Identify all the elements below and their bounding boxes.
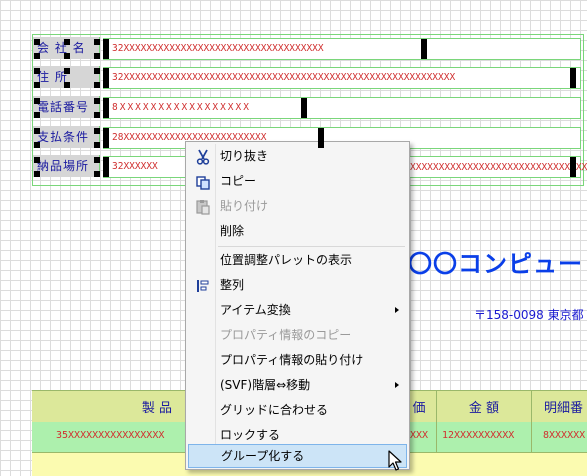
- selection-handle[interactable]: [64, 53, 70, 59]
- menu-item-label: 位置調整パレットの表示: [220, 253, 353, 267]
- menu-separator: [218, 246, 405, 247]
- selection-handle[interactable]: [94, 157, 100, 163]
- cell-amount[interactable]: 12XXXXXXXXXX: [442, 422, 530, 452]
- column-divider: [531, 422, 532, 452]
- selection-handle[interactable]: [318, 128, 324, 148]
- menu-item-delete[interactable]: 削除: [188, 219, 407, 243]
- field-phone[interactable]: 8XXXXXXXXXXXXXXXXX: [103, 97, 581, 119]
- submenu-arrow-icon: [395, 307, 399, 313]
- column-divider: [436, 422, 437, 452]
- menu-item-paste-properties[interactable]: プロパティ情報の貼り付け: [188, 348, 407, 372]
- field-company-name[interactable]: 32XXXXXXXXXXXXXXXXXXXXXXXXXXXXXXXXXXX: [103, 38, 581, 60]
- scissors-icon: [196, 149, 210, 165]
- menu-item-label: 整列: [220, 278, 245, 292]
- cell-detail-no[interactable]: 8XXXXXX: [543, 422, 587, 452]
- selection-handle[interactable]: [103, 68, 109, 88]
- selection-handle[interactable]: [103, 98, 109, 118]
- header-detail-no[interactable]: 明細番: [532, 391, 587, 423]
- paste-icon: [196, 200, 210, 215]
- menu-item-label: 切り抜き: [220, 149, 269, 163]
- selection-handle[interactable]: [94, 171, 100, 177]
- menu-item-cut[interactable]: 切り抜き: [188, 144, 407, 168]
- selection-handle[interactable]: [34, 128, 40, 134]
- selection-handle[interactable]: [570, 157, 576, 177]
- selection-handle[interactable]: [64, 68, 70, 74]
- align-icon: [197, 280, 209, 292]
- menu-item-label: コピー: [220, 174, 257, 188]
- mouse-cursor-icon: [388, 450, 402, 471]
- menu-item-label: 貼り付け: [220, 199, 269, 213]
- selection-handle[interactable]: [94, 53, 100, 59]
- menu-item-svf-layer-move[interactable]: (SVF)階層⇔移動: [188, 373, 407, 397]
- selection-handle[interactable]: [34, 68, 40, 74]
- menu-item-label: グループ化する: [221, 449, 305, 463]
- selection-handle[interactable]: [421, 39, 427, 59]
- menu-item-align[interactable]: 整列: [188, 273, 407, 297]
- selection-handle[interactable]: [570, 68, 576, 88]
- menu-item-group[interactable]: グループ化する: [188, 444, 407, 468]
- label-payment-terms[interactable]: 支払条件: [33, 126, 100, 148]
- company-title[interactable]: 〇〇コンピュー: [408, 244, 583, 279]
- selection-handle[interactable]: [103, 157, 109, 177]
- context-menu: 切り抜き コピー 貼り付け 削除 位置調整パレットの表示 整列 アイテム変換 プ…: [185, 141, 410, 470]
- header-amount[interactable]: 金 額: [437, 391, 531, 423]
- selection-handle[interactable]: [301, 98, 307, 118]
- cell-unit-price[interactable]: XXX: [410, 422, 436, 452]
- cell-product[interactable]: 35XXXXXXXXXXXXXXXX: [56, 422, 186, 452]
- menu-item-paste[interactable]: 貼り付け: [188, 194, 407, 218]
- selection-handle[interactable]: [64, 39, 70, 45]
- selection-handle[interactable]: [34, 53, 40, 59]
- menu-item-label: グリッドに合わせる: [220, 403, 329, 417]
- menu-item-label: プロパティ情報のコピー: [220, 328, 352, 342]
- selection-handle[interactable]: [94, 98, 100, 104]
- selection-handle[interactable]: [34, 142, 40, 148]
- label-delivery-place[interactable]: 納品場所: [33, 155, 100, 177]
- selection-handle[interactable]: [64, 82, 70, 88]
- menu-item-snap-to-grid[interactable]: グリッドに合わせる: [188, 398, 407, 422]
- selection-handle[interactable]: [94, 39, 100, 45]
- field-address[interactable]: 32XXXXXXXXXXXXXXXXXXXXXXXXXXXXXXXXXXXXXX…: [103, 67, 581, 89]
- menu-item-label: 削除: [220, 224, 245, 238]
- selection-handle[interactable]: [34, 82, 40, 88]
- selection-handle[interactable]: [34, 157, 40, 163]
- copy-icon: [196, 176, 210, 190]
- menu-item-convert-item[interactable]: アイテム変換: [188, 298, 407, 322]
- form-row-address[interactable]: 住 所 32XXXXXXXXXXXXXXXXXXXXXXXXXXXXXXXXXX…: [33, 66, 581, 89]
- menu-item-label: (SVF)階層⇔移動: [220, 378, 311, 392]
- selection-handle[interactable]: [94, 128, 100, 134]
- selection-handle[interactable]: [94, 82, 100, 88]
- selection-handle[interactable]: [34, 112, 40, 118]
- menu-item-copy[interactable]: コピー: [188, 169, 407, 193]
- selection-handle[interactable]: [94, 68, 100, 74]
- selection-handle[interactable]: [34, 171, 40, 177]
- selection-handle[interactable]: [34, 98, 40, 104]
- selection-handle[interactable]: [94, 112, 100, 118]
- menu-item-label: プロパティ情報の貼り付け: [220, 353, 364, 367]
- menu-item-copy-properties[interactable]: プロパティ情報のコピー: [188, 323, 407, 347]
- selection-handle[interactable]: [103, 39, 109, 59]
- selection-handle[interactable]: [34, 39, 40, 45]
- form-row-company[interactable]: 会 社 名 32XXXXXXXXXXXXXXXXXXXXXXXXXXXXXXXX…: [33, 37, 581, 60]
- form-row-phone[interactable]: 電話番号 8XXXXXXXXXXXXXXXXX: [33, 96, 581, 119]
- submenu-arrow-icon: [395, 382, 399, 388]
- selection-handle[interactable]: [103, 128, 109, 148]
- selection-handle[interactable]: [94, 142, 100, 148]
- menu-item-label: アイテム変換: [220, 303, 291, 317]
- address-text[interactable]: 〒158-0098 東京都: [474, 306, 584, 323]
- label-phone[interactable]: 電話番号: [33, 96, 100, 118]
- menu-item-show-position-palette[interactable]: 位置調整パレットの表示: [188, 248, 407, 272]
- field-delivery-place-overflow: XXXXXXXXXXXXXXXXXXXXXXXXXXXXXXXXX: [410, 162, 587, 173]
- design-canvas[interactable]: 会 社 名 32XXXXXXXXXXXXXXXXXXXXXXXXXXXXXXXX…: [0, 0, 587, 476]
